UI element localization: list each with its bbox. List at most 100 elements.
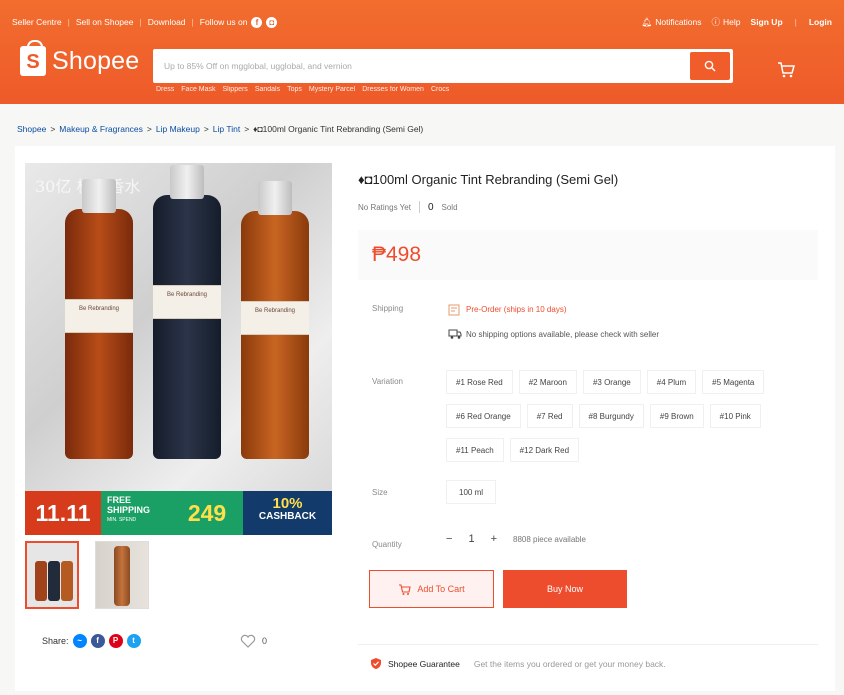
guarantee-title: Shopee Guarantee: [388, 658, 460, 669]
price-box: ₱498: [358, 230, 818, 280]
follow-us-label: Follow us on: [199, 17, 248, 27]
download-link[interactable]: Download: [148, 17, 186, 27]
variation-option[interactable]: #2 Maroon: [518, 370, 577, 394]
breadcrumb: Shopee > Makeup & Fragrances > Lip Makeup > Li…: [17, 124, 423, 134]
twitter-icon[interactable]: t: [126, 634, 141, 648]
cart-icon[interactable]: [776, 60, 796, 80]
bottle-label: Be Rebranding: [65, 299, 133, 333]
sell-on-shopee-link[interactable]: Sell on Shopee: [76, 17, 134, 27]
preorder-icon: [448, 304, 460, 316]
like-count: 0: [262, 636, 268, 646]
breadcrumb-item[interactable]: Makeup & Fragrances: [59, 124, 143, 134]
search-suggestion[interactable]: Sandals: [255, 86, 280, 93]
help-link[interactable]: ⓘ Help: [712, 16, 741, 28]
instagram-icon[interactable]: ◘: [266, 16, 278, 28]
share-row: Share: ~ f P t: [42, 634, 141, 648]
variation-option[interactable]: #10 Pink: [709, 404, 761, 428]
divider: [358, 644, 818, 645]
messenger-icon[interactable]: ~: [72, 634, 87, 648]
bottle-label: Be Rebranding: [241, 301, 309, 335]
ratings-text: No Ratings Yet: [358, 202, 411, 212]
shopee-logo[interactable]: S Shopee: [20, 40, 140, 76]
bottle-image: Be Rebranding: [241, 181, 309, 459]
promo-amount: 249: [171, 491, 243, 535]
notifications-link[interactable]: 🔔︎ Notifications: [641, 17, 701, 28]
facebook-icon[interactable]: f: [251, 16, 263, 28]
breadcrumb-separator-icon: >: [146, 124, 152, 134]
top-navbar: Seller Centre | Sell on Shopee | Downloa…: [12, 12, 832, 32]
no-shipping-text: No shipping options available, please ch…: [466, 329, 659, 339]
bell-icon: 🔔︎: [641, 16, 653, 27]
cashback-text: CASHBACK: [258, 510, 317, 522]
quantity-value[interactable]: 1: [468, 533, 474, 545]
bottle-image: Be Rebranding: [65, 179, 133, 459]
breadcrumb-item[interactable]: Shopee: [17, 124, 46, 134]
search-bar: Up to 85% Off on mgglobal, ugglobal, and…: [153, 49, 733, 83]
buy-now-button[interactable]: Buy Now: [503, 570, 627, 608]
variation-label: Variation: [372, 377, 403, 386]
free-shipping-text: FREE SHIPPING: [107, 495, 151, 515]
search-suggestion[interactable]: Dresses for Women: [362, 86, 424, 93]
variation-option[interactable]: #12 Dark Red: [509, 438, 580, 462]
thumbnail-2[interactable]: [95, 541, 149, 609]
search-button[interactable]: [690, 52, 730, 80]
like-button[interactable]: 0: [240, 634, 267, 648]
breadcrumb-item[interactable]: Lip Makeup: [156, 124, 200, 134]
product-title: ♦◘100ml Organic Tint Rebranding (Semi Ge…: [358, 172, 619, 187]
product-main-image[interactable]: 30亿 极和香水 Be Rebranding Be Rebranding Be …: [25, 163, 332, 535]
sign-up-link[interactable]: Sign Up: [751, 17, 783, 27]
product-price: ₱498: [372, 243, 422, 266]
variation-option[interactable]: #5 Magenta: [702, 370, 765, 394]
stock-available: 8808 piece available: [513, 534, 586, 544]
divider: [418, 201, 420, 213]
search-suggestion[interactable]: Dress: [156, 86, 174, 93]
breadcrumb-current: ♦◘100ml Organic Tint Rebranding (Semi Ge…: [253, 124, 424, 134]
quantity-increase-button[interactable]: +: [491, 533, 497, 545]
size-label: Size: [372, 488, 388, 497]
header: Seller Centre | Sell on Shopee | Downloa…: [0, 0, 844, 104]
variation-option[interactable]: #7 Red: [526, 404, 573, 428]
variation-option[interactable]: #6 Red Orange: [446, 404, 521, 428]
promo-free-shipping: FREE SHIPPING MIN. SPEND: [101, 491, 171, 535]
share-label: Share:: [42, 636, 69, 646]
login-link[interactable]: Login: [809, 17, 832, 27]
thumbnail-1[interactable]: [25, 541, 79, 609]
search-icon: [704, 60, 716, 72]
search-suggestion[interactable]: Tops: [287, 86, 302, 93]
seller-centre-link[interactable]: Seller Centre: [12, 17, 62, 27]
quantity-label: Quantity: [372, 540, 402, 549]
search-suggestion[interactable]: Slippers: [223, 86, 248, 93]
add-to-cart-label: Add To Cart: [417, 584, 465, 594]
facebook-icon[interactable]: f: [90, 634, 105, 648]
search-suggestion[interactable]: Mystery Parcel: [309, 86, 355, 93]
bottle-label: Be Rebranding: [153, 285, 221, 319]
shield-icon: [371, 658, 381, 669]
cart-plus-icon: [399, 583, 411, 595]
add-to-cart-button[interactable]: Add To Cart: [369, 570, 494, 608]
variation-option[interactable]: #8 Burgundy: [578, 404, 644, 428]
notifications-label: Notifications: [655, 17, 702, 27]
search-suggestion[interactable]: Face Mask: [181, 86, 215, 93]
variation-option[interactable]: #3 Orange: [582, 370, 641, 394]
size-option[interactable]: 100 ml: [446, 480, 497, 504]
preorder-row: Pre-Order (ships in 10 days): [448, 303, 566, 316]
variation-option[interactable]: #9 Brown: [649, 404, 704, 428]
divider: |: [139, 17, 142, 27]
pinterest-icon[interactable]: P: [108, 634, 123, 648]
promo-banner: 11.11 FREE SHIPPING MIN. SPEND 249 10% C…: [25, 491, 332, 535]
bottle-image: Be Rebranding: [153, 165, 221, 459]
logo-text: Shopee: [52, 46, 140, 75]
variation-option[interactable]: #11 Peach: [446, 438, 504, 462]
search-input[interactable]: Up to 85% Off on mgglobal, ugglobal, and…: [156, 61, 690, 71]
quantity-decrease-button[interactable]: −: [446, 533, 452, 545]
divider: |: [191, 17, 194, 27]
variation-options: #1 Rose Red #2 Maroon #3 Orange #4 Plum #5 M…: [446, 370, 796, 462]
variation-option[interactable]: #4 Plum: [646, 370, 697, 394]
variation-option[interactable]: #1 Rose Red: [446, 370, 513, 394]
guarantee-text: Get the items you ordered or get your mo…: [473, 658, 666, 669]
breadcrumb-item[interactable]: Lip Tint: [213, 124, 240, 134]
ratings-row: No Ratings Yet 0 Sold: [358, 201, 458, 213]
search-suggestion[interactable]: Crocs: [431, 86, 449, 93]
heart-icon: [240, 634, 256, 648]
shopee-guarantee: Shopee Guarantee Get the items you order…: [370, 657, 666, 670]
